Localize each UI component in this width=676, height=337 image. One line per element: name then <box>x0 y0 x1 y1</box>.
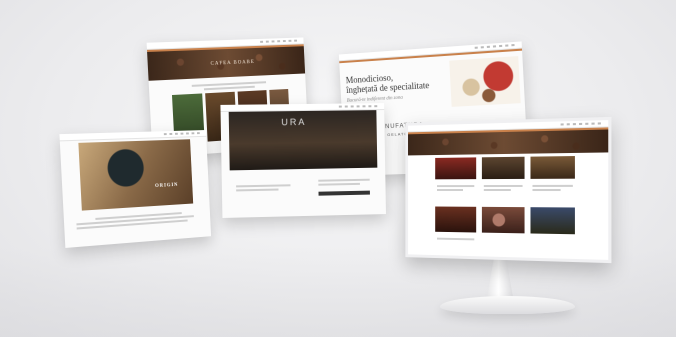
article-thumb <box>530 207 575 235</box>
headline: Monodicioso, înghețată de specialitate B… <box>346 70 430 107</box>
article-thumb <box>435 206 477 233</box>
hero-photo: ORIGIN <box>78 139 194 211</box>
gelato-photo <box>449 56 521 107</box>
article-grid <box>435 156 581 255</box>
article-thumb <box>530 156 575 179</box>
store-sign: URA <box>281 116 307 128</box>
hero-label: CAFEA BOABE <box>210 59 255 67</box>
website-panel-store: URA <box>220 103 386 218</box>
hero-banner <box>408 129 609 156</box>
website-panel-coffee-origin: ORIGIN <box>59 130 212 248</box>
monitor-stand-base <box>440 296 575 314</box>
article-thumb <box>481 156 525 180</box>
article-thumb <box>481 206 525 234</box>
cta-button <box>318 190 370 196</box>
article-thumb <box>435 157 477 180</box>
hero-label: ORIGIN <box>155 182 179 190</box>
monitor-screen <box>408 120 609 260</box>
monitor <box>405 116 612 264</box>
store-photo: URA <box>228 110 378 171</box>
